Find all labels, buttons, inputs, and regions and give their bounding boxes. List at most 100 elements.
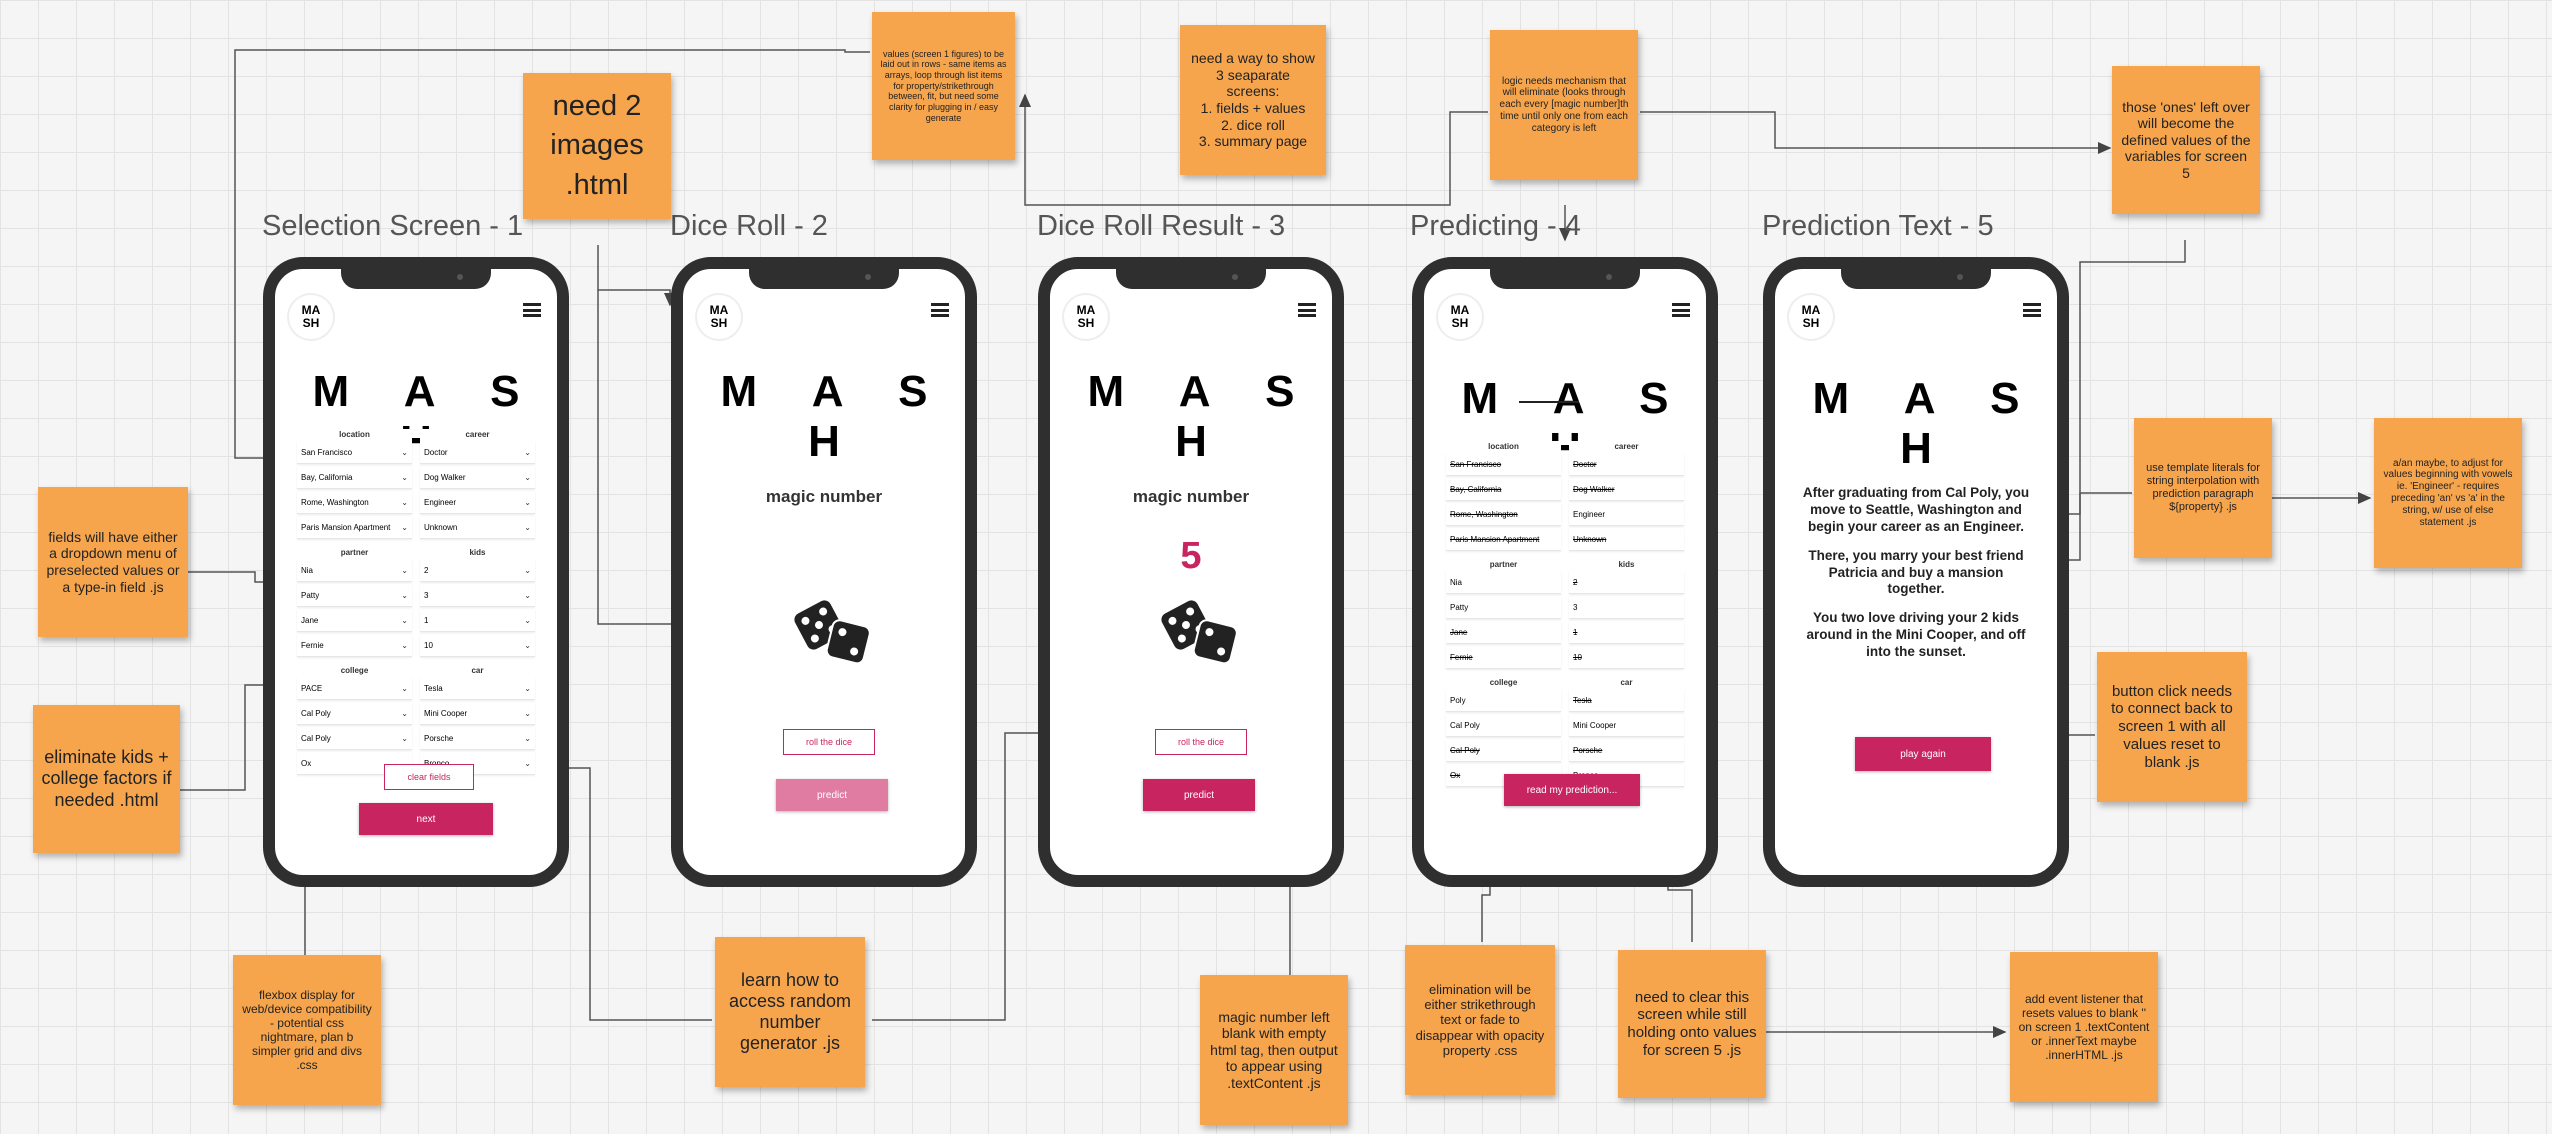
chevron-down-icon[interactable]: ⌄: [524, 523, 531, 532]
category-option-field[interactable]: Porsche ⌄: [420, 727, 535, 750]
category-option-field[interactable]: 1: [1569, 621, 1684, 644]
category-option-field[interactable]: Patty ⌄: [297, 584, 412, 607]
mash-logo[interactable]: MA SH: [289, 295, 333, 339]
chevron-down-icon[interactable]: ⌄: [401, 684, 408, 693]
predict-button[interactable]: predict: [1143, 779, 1255, 811]
category-option-field[interactable]: Rome, Washington ⌄: [297, 491, 412, 514]
category-option-field[interactable]: 3: [1569, 596, 1684, 619]
roll-dice-button[interactable]: roll the dice: [1155, 729, 1247, 755]
category-option-field[interactable]: Jane: [1446, 621, 1561, 644]
category-option-field[interactable]: Tesla: [1569, 689, 1684, 712]
category-option-field[interactable]: Mini Cooper ⌄: [420, 702, 535, 725]
sticky-note-template-literals[interactable]: use template literals for string interpo…: [2134, 418, 2272, 558]
chevron-down-icon[interactable]: ⌄: [524, 684, 531, 693]
hamburger-menu-icon[interactable]: [1672, 303, 1690, 317]
category-option-field[interactable]: Fernie ⌄: [297, 634, 412, 657]
hamburger-menu-icon[interactable]: [523, 303, 541, 317]
category-option-field[interactable]: 1 ⌄: [420, 609, 535, 632]
dice-icon[interactable]: [793, 599, 873, 665]
mash-logo[interactable]: MA SH: [1064, 295, 1108, 339]
chevron-down-icon[interactable]: ⌄: [401, 591, 408, 600]
category-option-field[interactable]: Cal Poly ⌄: [297, 702, 412, 725]
predict-button-disabled[interactable]: predict: [776, 779, 888, 811]
category-option-field[interactable]: Mini Cooper: [1569, 714, 1684, 737]
dice-icon[interactable]: [1160, 599, 1240, 665]
category-option-field[interactable]: Fernie: [1446, 646, 1561, 669]
chevron-down-icon[interactable]: ⌄: [401, 473, 408, 482]
sticky-note-logic-mechanism[interactable]: logic needs mechanism that will eliminat…: [1490, 30, 1638, 180]
chevron-down-icon[interactable]: ⌄: [401, 448, 408, 457]
chevron-down-icon[interactable]: ⌄: [524, 566, 531, 575]
category-option-field[interactable]: 10: [1569, 646, 1684, 669]
play-again-button[interactable]: play again: [1855, 737, 1991, 771]
mash-logo[interactable]: MA SH: [1789, 295, 1833, 339]
category-option-field[interactable]: Tesla ⌄: [420, 677, 535, 700]
sticky-note-fields[interactable]: fields will have either a dropdown menu …: [38, 487, 188, 637]
clear-fields-button[interactable]: clear fields: [384, 764, 474, 790]
category-option-field[interactable]: Paris Mansion Apartment: [1446, 528, 1561, 551]
category-option-field[interactable]: Dog Walker ⌄: [420, 466, 535, 489]
category-option-field[interactable]: 3 ⌄: [420, 584, 535, 607]
sticky-note-need-images[interactable]: need 2 images .html: [523, 73, 671, 219]
category-option-field[interactable]: Cal Poly: [1446, 714, 1561, 737]
sticky-note-elimination-style[interactable]: elimination will be either strikethrough…: [1405, 945, 1555, 1095]
sticky-note-flexbox[interactable]: flexbox display for web/device compatibi…: [233, 955, 381, 1105]
chevron-down-icon[interactable]: ⌄: [401, 498, 408, 507]
chevron-down-icon[interactable]: ⌄: [401, 709, 408, 718]
sticky-note-a-an-vowels[interactable]: a/an maybe, to adjust for values beginni…: [2374, 418, 2522, 568]
chevron-down-icon[interactable]: ⌄: [401, 734, 408, 743]
category-option-field[interactable]: Unknown ⌄: [420, 516, 535, 539]
chevron-down-icon[interactable]: ⌄: [524, 734, 531, 743]
chevron-down-icon[interactable]: ⌄: [524, 498, 531, 507]
chevron-down-icon[interactable]: ⌄: [524, 473, 531, 482]
next-button[interactable]: next: [359, 803, 493, 835]
roll-dice-button[interactable]: roll the dice: [783, 729, 875, 755]
hamburger-menu-icon[interactable]: [1298, 303, 1316, 317]
chevron-down-icon[interactable]: ⌄: [401, 523, 408, 532]
chevron-down-icon[interactable]: ⌄: [401, 566, 408, 575]
category-option-field[interactable]: Nia ⌄: [297, 559, 412, 582]
sticky-note-three-screens[interactable]: need a way to show 3 seaparate screens: …: [1180, 25, 1326, 175]
sticky-note-magic-number-blank[interactable]: magic number left blank with empty html …: [1200, 975, 1348, 1125]
sticky-note-random-generator[interactable]: learn how to access random number genera…: [715, 937, 865, 1087]
category-option-field[interactable]: Jane ⌄: [297, 609, 412, 632]
mash-logo[interactable]: MA SH: [1438, 295, 1482, 339]
chevron-down-icon[interactable]: ⌄: [401, 616, 408, 625]
read-prediction-button[interactable]: read my prediction...: [1504, 774, 1640, 806]
category-option-field[interactable]: 10 ⌄: [420, 634, 535, 657]
category-option-field[interactable]: Engineer: [1569, 503, 1684, 526]
category-option-field[interactable]: Nia: [1446, 571, 1561, 594]
category-option-field[interactable]: San Francisco ⌄: [297, 441, 412, 464]
sticky-note-button-click-reset[interactable]: button click needs to connect back to sc…: [2097, 652, 2247, 802]
sticky-note-ones-left[interactable]: those 'ones' left over will become the d…: [2112, 66, 2260, 214]
category-option-field[interactable]: Bay, California ⌄: [297, 466, 412, 489]
category-option-field[interactable]: Rome, Washington: [1446, 503, 1561, 526]
sticky-note-clear-screen[interactable]: need to clear this screen while still ho…: [1618, 950, 1766, 1098]
category-option-field[interactable]: Unknown: [1569, 528, 1684, 551]
category-option-field[interactable]: Cal Poly: [1446, 739, 1561, 762]
category-option-field[interactable]: PACE ⌄: [297, 677, 412, 700]
category-option-field[interactable]: Porsche: [1569, 739, 1684, 762]
hamburger-menu-icon[interactable]: [2023, 303, 2041, 317]
category-option-field[interactable]: Paris Mansion Apartment ⌄: [297, 516, 412, 539]
category-option-field[interactable]: Dog Walker: [1569, 478, 1684, 501]
chevron-down-icon[interactable]: ⌄: [524, 591, 531, 600]
category-option-field[interactable]: Bay, California: [1446, 478, 1561, 501]
chevron-down-icon[interactable]: ⌄: [524, 759, 531, 768]
category-option-field[interactable]: Patty: [1446, 596, 1561, 619]
chevron-down-icon[interactable]: ⌄: [524, 616, 531, 625]
category-option-field[interactable]: Doctor ⌄: [420, 441, 535, 464]
sticky-note-values-layout[interactable]: values (screen 1 figures) to be laid out…: [872, 12, 1015, 160]
category-option-field[interactable]: Poly: [1446, 689, 1561, 712]
category-option-field[interactable]: 2 ⌄: [420, 559, 535, 582]
category-option-field[interactable]: San Francisco: [1446, 453, 1561, 476]
category-option-field[interactable]: Engineer ⌄: [420, 491, 535, 514]
category-option-field[interactable]: 2: [1569, 571, 1684, 594]
mash-logo[interactable]: MA SH: [697, 295, 741, 339]
chevron-down-icon[interactable]: ⌄: [524, 448, 531, 457]
sticky-note-event-listener[interactable]: add event listener that resets values to…: [2010, 952, 2158, 1102]
sticky-note-eliminate-factors[interactable]: eliminate kids + college factors if need…: [33, 705, 180, 853]
chevron-down-icon[interactable]: ⌄: [401, 641, 408, 650]
hamburger-menu-icon[interactable]: [931, 303, 949, 317]
chevron-down-icon[interactable]: ⌄: [524, 709, 531, 718]
